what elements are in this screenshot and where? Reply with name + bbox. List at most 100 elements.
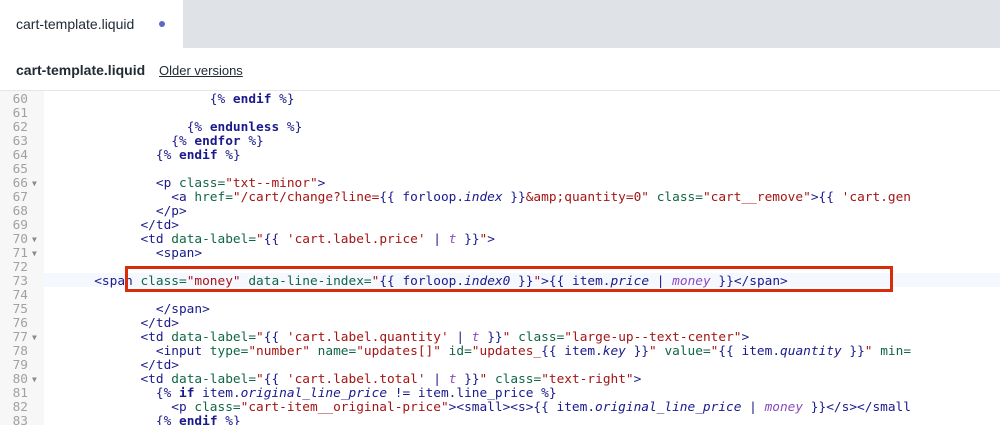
code-text: <p class="txt--minor"> — [48, 176, 326, 191]
line-number: 68 — [12, 204, 28, 219]
code-token: 'cart.label.quantity' — [286, 330, 449, 345]
fold-arrow-icon[interactable]: ▼ — [32, 247, 37, 261]
code-text: <td data-label="{{ 'cart.label.total' | … — [48, 373, 641, 387]
unsaved-dot-icon — [159, 21, 165, 27]
code-token: <a — [48, 190, 195, 205]
code-text: {% endif %} — [48, 93, 295, 107]
code-line[interactable]: 77 ▼ <td data-label="{{ 'cart.label.quant… — [0, 331, 1000, 345]
code-token: "large-up--text-center" — [564, 330, 742, 345]
code-text: {% endif %} — [48, 415, 241, 425]
fold-arrow-icon[interactable]: ▼ — [32, 373, 37, 387]
code-token: }} — [710, 274, 734, 289]
line-number: 72 — [12, 260, 28, 275]
code-text: {% endfor %} — [48, 134, 263, 149]
code-token: original_line_price — [595, 400, 742, 415]
line-number: 75 — [12, 302, 28, 317]
code-token: | — [425, 372, 449, 387]
code-token: "updates[]" — [356, 344, 441, 359]
code-token: " — [649, 344, 657, 359]
code-line[interactable]: 75 </span> — [0, 303, 1000, 317]
code-token: </td> — [48, 316, 179, 331]
code-line[interactable]: 81 {% if item.original_line_price != ite… — [0, 387, 1000, 401]
code-line[interactable]: 70 ▼ <td data-label="{{ 'cart.label.price… — [0, 233, 1000, 247]
fold-arrow-icon[interactable]: ▼ — [32, 233, 37, 247]
code-line[interactable]: 69 </td> — [0, 219, 1000, 233]
code-token: "number" — [248, 344, 310, 359]
code-line[interactable]: 79 </td> — [0, 359, 1000, 373]
code-line[interactable]: 82 <p class="cart-item__original-price">… — [0, 401, 1000, 415]
code-token: %} — [217, 148, 241, 163]
code-token: index0 — [464, 274, 511, 289]
code-token: <p — [48, 176, 179, 191]
line-number: 70 — [12, 232, 28, 247]
code-line[interactable]: 73 <span class="money" data-line-index= "… — [0, 275, 1000, 289]
code-token: "money" — [186, 274, 241, 289]
code-token: data-label= — [171, 372, 257, 387]
code-token: 'cart.label.price' — [286, 232, 426, 247]
code-editor[interactable]: 60 {% endif %} 61 62 {% endunless %} 63 {% … — [0, 91, 1000, 425]
code-token: }} — [625, 344, 650, 359]
code-token: </td> — [48, 218, 179, 233]
code-token: "cart__remove" — [702, 190, 811, 205]
code-token: class= — [487, 372, 542, 387]
code-token: class= — [178, 176, 226, 191]
code-line[interactable]: 78 <input type="number" name="updates[]"… — [0, 345, 1000, 359]
code-token: | — [741, 400, 765, 415]
code-token: }} — [841, 344, 865, 359]
code-line[interactable]: 72 — [0, 261, 1000, 275]
code-token: {{ item. — [718, 344, 781, 359]
code-line[interactable]: 64 {% endif %} — [0, 149, 1000, 163]
code-token: endif — [179, 148, 218, 163]
line-number: 80 — [12, 372, 28, 387]
code-line[interactable]: 60 {% endif %} — [0, 93, 1000, 107]
code-token: type= — [209, 344, 249, 359]
line-number: 78 — [12, 344, 28, 359]
code-token: {% — [155, 148, 179, 163]
code-line[interactable]: 63 {% endfor %} — [0, 135, 1000, 149]
fold-arrow-icon[interactable]: ▼ — [32, 331, 37, 345]
code-token: "updates_ — [471, 344, 542, 359]
code-token: name= — [309, 344, 357, 359]
code-token: endunless — [209, 120, 280, 135]
line-number: 81 — [12, 386, 28, 401]
code-line[interactable]: 80 ▼ <td data-label="{{ 'cart.label.total… — [0, 373, 1000, 387]
older-versions-link[interactable]: Older versions — [159, 63, 243, 78]
code-token: > — [633, 372, 642, 387]
line-number: 83 — [12, 414, 28, 425]
code-token: if — [179, 386, 195, 401]
line-number: 66 — [12, 176, 28, 191]
code-token: }} — [502, 190, 526, 205]
code-line[interactable]: 83 {% endif %} — [0, 415, 1000, 425]
file-title: cart-template.liquid — [16, 62, 146, 78]
code-token: {% — [171, 134, 195, 149]
tab-label: cart-template.liquid — [16, 16, 135, 32]
line-number: 60 — [12, 92, 28, 107]
code-token: <span> — [48, 246, 203, 261]
code-line[interactable]: 71 ▼ <span> — [0, 247, 1000, 261]
code-line[interactable]: 68 </p> — [0, 205, 1000, 219]
code-line[interactable]: 61 — [0, 107, 1000, 121]
code-token: != item.line_price %} — [387, 386, 557, 401]
line-number: 71 — [12, 246, 28, 261]
code-token: </p> — [48, 204, 187, 219]
code-token: money — [672, 274, 711, 289]
fold-arrow-icon[interactable]: ▼ — [32, 177, 37, 191]
code-token: href= — [194, 190, 233, 205]
code-line[interactable]: 76 </td> — [0, 317, 1000, 331]
code-token: > — [317, 176, 326, 191]
code-line[interactable]: 67 <a href="/cart/change?line={{ forloop… — [0, 191, 1000, 205]
tab-cart-template[interactable]: cart-template.liquid — [0, 0, 183, 48]
line-number: 62 — [12, 120, 28, 135]
code-line[interactable]: 65 — [0, 163, 1000, 177]
code-line[interactable]: 74 — [0, 289, 1000, 303]
code-line[interactable]: 62 {% endunless %} — [0, 121, 1000, 135]
line-number: 76 — [12, 316, 28, 331]
code-line[interactable]: 66 ▼ <p class="txt--minor"> — [0, 177, 1000, 191]
code-token: %} — [279, 120, 303, 135]
code-token: "text-right" — [541, 372, 634, 387]
code-text: </p> — [48, 205, 187, 219]
code-token: data-label= — [171, 232, 257, 247]
